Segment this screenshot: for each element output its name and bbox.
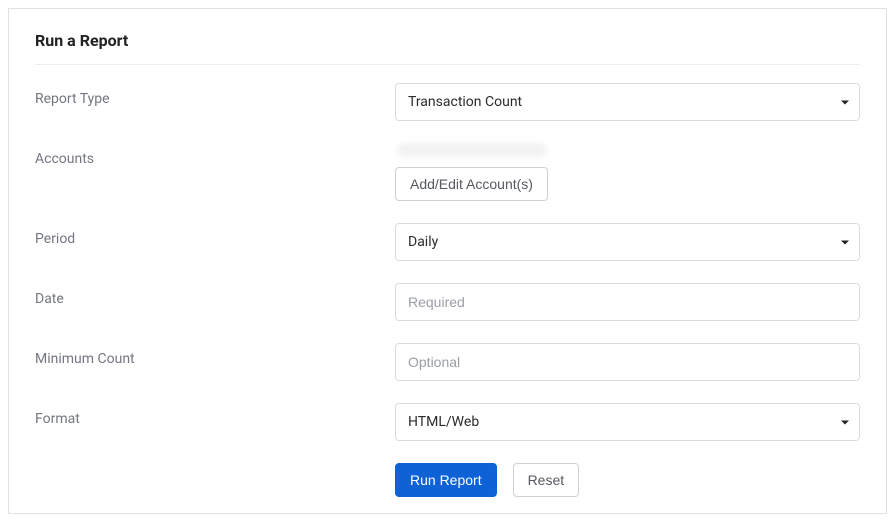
- run-report-panel: Run a Report Report Type Transaction Cou…: [8, 8, 887, 514]
- accounts-redacted-text: [397, 143, 547, 157]
- run-report-button[interactable]: Run Report: [395, 463, 497, 497]
- actions: Run Report Reset: [395, 463, 860, 497]
- row-accounts: Accounts Add/Edit Account(s): [35, 143, 860, 201]
- label-minimum-count: Minimum Count: [35, 343, 395, 367]
- field-date: [395, 283, 860, 321]
- label-accounts: Accounts: [35, 143, 395, 167]
- format-select[interactable]: HTML/Web: [395, 403, 860, 441]
- row-actions: Run Report Reset: [35, 463, 860, 497]
- row-minimum-count: Minimum Count: [35, 343, 860, 381]
- label-period: Period: [35, 223, 395, 247]
- field-accounts: Add/Edit Account(s): [395, 143, 860, 201]
- add-edit-accounts-button[interactable]: Add/Edit Account(s): [395, 167, 548, 201]
- label-report-type: Report Type: [35, 83, 395, 107]
- row-date: Date: [35, 283, 860, 321]
- label-format: Format: [35, 403, 395, 427]
- period-select-wrap: Daily: [395, 223, 860, 261]
- row-format: Format HTML/Web: [35, 403, 860, 441]
- label-date: Date: [35, 283, 395, 307]
- field-format: HTML/Web: [395, 403, 860, 441]
- row-period: Period Daily: [35, 223, 860, 261]
- field-minimum-count: [395, 343, 860, 381]
- divider: [35, 64, 860, 65]
- row-report-type: Report Type Transaction Count: [35, 83, 860, 121]
- report-type-select-wrap: Transaction Count: [395, 83, 860, 121]
- format-select-wrap: HTML/Web: [395, 403, 860, 441]
- field-period: Daily: [395, 223, 860, 261]
- reset-button[interactable]: Reset: [513, 463, 580, 497]
- date-input[interactable]: [395, 283, 860, 321]
- minimum-count-input[interactable]: [395, 343, 860, 381]
- report-type-select[interactable]: Transaction Count: [395, 83, 860, 121]
- field-report-type: Transaction Count: [395, 83, 860, 121]
- period-select[interactable]: Daily: [395, 223, 860, 261]
- panel-title: Run a Report: [35, 31, 860, 50]
